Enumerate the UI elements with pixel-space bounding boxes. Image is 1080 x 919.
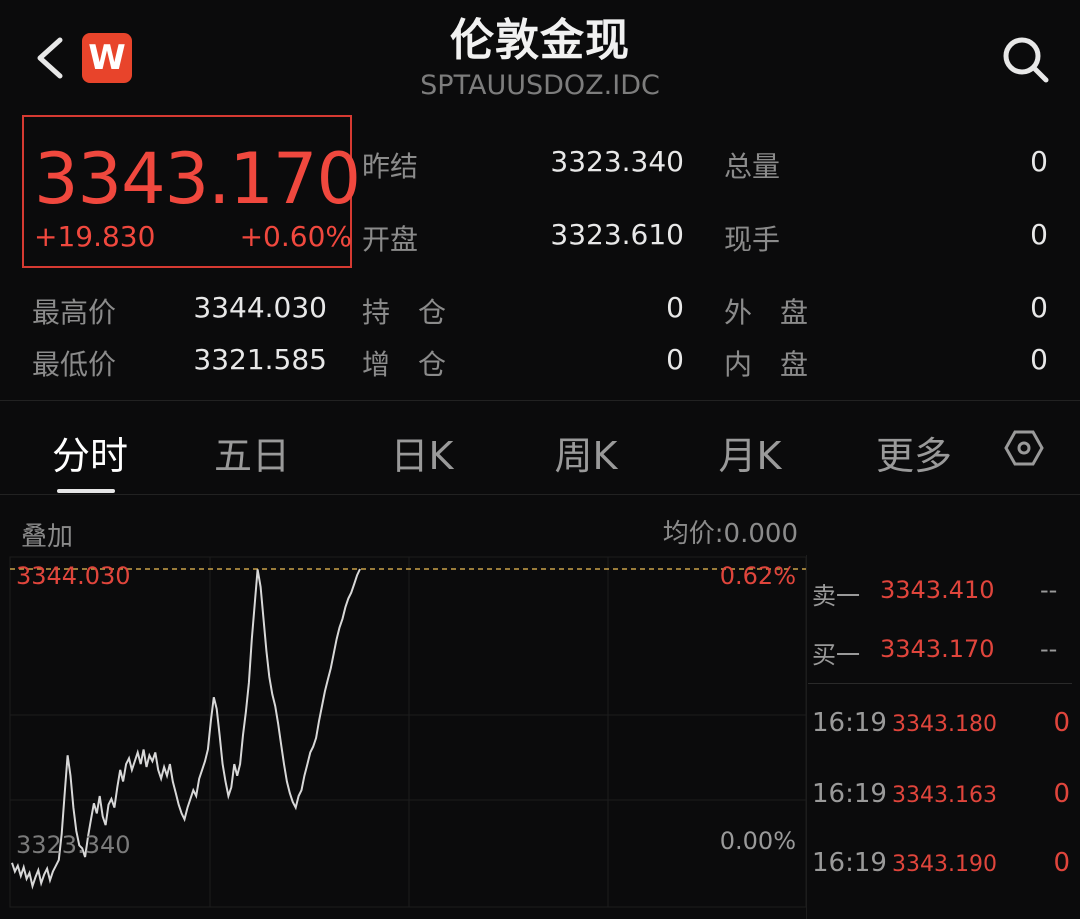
prev-settle-value: 3323.340	[550, 145, 684, 178]
active-tab-indicator	[57, 489, 115, 493]
chart-high-pct: 0.62%	[719, 562, 796, 590]
inner-label: 内 盘	[724, 348, 809, 381]
tick-price: 3343.180	[892, 712, 997, 737]
bid-price: 3343.170	[880, 635, 995, 663]
outer-value: 0	[1030, 291, 1048, 324]
price-change-pct: +0.60%	[239, 220, 352, 253]
settings-hexagon-icon	[1004, 430, 1044, 466]
tick-price: 3343.190	[892, 852, 997, 877]
current-volume-value: 0	[1030, 218, 1048, 251]
tab-intraday[interactable]: 分时	[40, 425, 140, 480]
tab-five-day[interactable]: 五日	[200, 425, 304, 480]
intraday-chart[interactable]	[0, 555, 806, 919]
ask-label: 卖一	[812, 582, 860, 610]
chart-base-pct: 0.00%	[719, 827, 796, 855]
divider	[0, 400, 1080, 401]
total-volume-value: 0	[1030, 145, 1048, 178]
ask-volume: --	[1040, 576, 1058, 604]
high-value: 3344.030	[193, 291, 327, 324]
search-button[interactable]	[998, 32, 1054, 88]
chart-base-label: 3323.340	[16, 831, 131, 859]
open-interest-value: 0	[666, 291, 684, 324]
tab-more[interactable]: 更多	[862, 425, 966, 480]
order-book-divider	[808, 683, 1072, 684]
tick-volume: 0	[1053, 848, 1070, 878]
low-value: 3321.585	[193, 343, 327, 376]
tick-time: 16:19	[812, 848, 887, 878]
open-interest-label: 持 仓	[362, 296, 447, 329]
open-label: 开盘	[362, 223, 419, 256]
oi-change-value: 0	[666, 343, 684, 376]
chart-high-label: 3344.030	[16, 562, 131, 590]
search-icon	[1003, 37, 1049, 83]
outer-label: 外 盘	[724, 296, 809, 329]
last-price: 3343.170	[34, 138, 361, 220]
high-label: 最高价	[32, 296, 117, 329]
average-price: 均价:0.000	[662, 519, 798, 549]
tick-time: 16:19	[812, 708, 887, 738]
bid-label: 买一	[812, 641, 860, 669]
tab-weekly-k[interactable]: 周K	[534, 425, 638, 480]
prev-settle-label: 昨结	[362, 150, 419, 183]
overlay-button[interactable]: 叠加	[21, 516, 73, 553]
low-label: 最低价	[32, 348, 117, 381]
oi-change-label: 增 仓	[362, 348, 447, 381]
chart-settings-button[interactable]	[1004, 428, 1044, 468]
tick-volume: 0	[1053, 779, 1070, 809]
panel-divider	[806, 555, 807, 919]
instrument-code: SPTAUUSDOZ.IDC	[420, 70, 660, 101]
ask-price: 3343.410	[880, 576, 995, 604]
bid-volume: --	[1040, 635, 1058, 663]
tick-time: 16:19	[812, 779, 887, 809]
tab-daily-k[interactable]: 日K	[370, 425, 474, 480]
divider	[0, 494, 1080, 495]
total-volume-label: 总量	[724, 150, 781, 183]
tick-price: 3343.163	[892, 783, 997, 808]
current-volume-label: 现手	[724, 223, 781, 256]
open-value: 3323.610	[550, 218, 684, 251]
page-title: 伦敦金现	[450, 15, 630, 66]
price-change: +19.830	[34, 220, 156, 253]
inner-value: 0	[1030, 343, 1048, 376]
tick-volume: 0	[1053, 708, 1070, 738]
tab-monthly-k[interactable]: 月K	[698, 425, 802, 480]
